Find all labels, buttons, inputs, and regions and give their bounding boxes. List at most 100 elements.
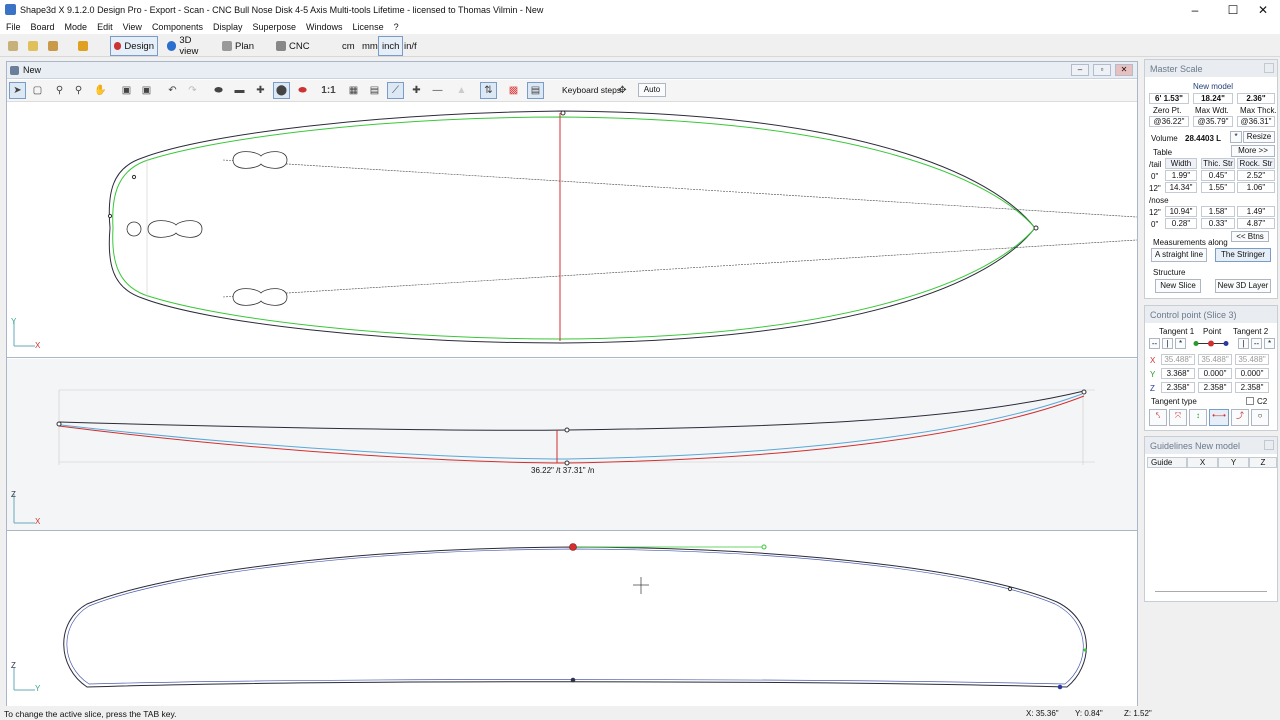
table-cell[interactable]: 1.58" bbox=[1201, 206, 1235, 217]
export-icon[interactable] bbox=[74, 36, 95, 56]
tangent-type-smooth-icon[interactable]: ⤣ bbox=[1149, 409, 1167, 426]
table-cell[interactable]: 1.99" bbox=[1165, 170, 1197, 181]
board-3d-icon[interactable]: ⬬ bbox=[294, 82, 311, 99]
guidelines-scrollbar[interactable] bbox=[1155, 591, 1267, 592]
tangent2-free-button[interactable]: * bbox=[1264, 338, 1275, 349]
width-field[interactable]: 18.24" bbox=[1193, 93, 1233, 104]
doc-close-button[interactable]: ✕ bbox=[1115, 64, 1133, 76]
menu-windows[interactable]: Windows bbox=[306, 22, 343, 32]
more-button[interactable]: More >> bbox=[1231, 145, 1275, 157]
point-z-field[interactable]: 2.358" bbox=[1198, 382, 1232, 393]
rocker-view[interactable]: 36.22" /t 37.31" /n Z X bbox=[7, 359, 1137, 531]
tangent2-x-field[interactable]: 35.488" bbox=[1235, 354, 1269, 365]
guides-icon[interactable]: ▤ bbox=[366, 82, 383, 99]
tangent2-z-field[interactable]: 2.358" bbox=[1235, 382, 1269, 393]
menu-superpose[interactable]: Superpose bbox=[252, 22, 296, 32]
axis-icon[interactable]: ✚ bbox=[408, 82, 425, 99]
select-arrow-icon[interactable]: ➤ bbox=[9, 82, 26, 99]
tangent-icon[interactable]: ⟋ bbox=[387, 82, 404, 99]
resize-button[interactable]: Resize bbox=[1243, 131, 1275, 143]
tangent1-y-field[interactable]: 3.368" bbox=[1161, 368, 1195, 379]
minimize-button[interactable]: – bbox=[1178, 0, 1212, 20]
tangent2-y-field[interactable]: 0.000" bbox=[1235, 368, 1269, 379]
grid-icon[interactable]: ▦ bbox=[345, 82, 362, 99]
plan-button[interactable]: Plan bbox=[218, 36, 258, 56]
fit-view-icon[interactable]: ▣ bbox=[118, 82, 135, 99]
tangent2-vertical-button[interactable]: | bbox=[1238, 338, 1249, 349]
board-top-view-icon[interactable]: ⬬ bbox=[210, 82, 227, 99]
volume-star-button[interactable]: * bbox=[1230, 131, 1242, 143]
stringer-button[interactable]: The Stringer bbox=[1215, 248, 1271, 262]
table-cell[interactable]: 1.55" bbox=[1201, 182, 1235, 193]
zoom-icon[interactable]: ⚲ bbox=[51, 82, 68, 99]
tangent-type-vertical-icon[interactable]: ↕ bbox=[1189, 409, 1207, 426]
colors-icon[interactable]: ▩ bbox=[505, 82, 522, 99]
table-cell[interactable]: 0.28" bbox=[1165, 218, 1197, 229]
curve-tool-icon[interactable]: — bbox=[429, 82, 446, 99]
table-cell[interactable]: 0.33" bbox=[1201, 218, 1235, 229]
tangent-type-symmetric-icon[interactable]: •—• bbox=[1209, 409, 1229, 426]
symmetry-icon[interactable]: ⇅ bbox=[480, 82, 497, 99]
menu-display[interactable]: Display bbox=[213, 22, 243, 32]
pan-hand-icon[interactable]: ✋ bbox=[92, 82, 109, 99]
select-point-icon[interactable]: ▢ bbox=[29, 82, 46, 99]
redo-icon[interactable]: ↷ bbox=[184, 82, 201, 99]
table-cell[interactable]: 1.06" bbox=[1237, 182, 1275, 193]
menu-help[interactable]: ? bbox=[394, 22, 399, 32]
board-slice-view-icon[interactable]: ✚ bbox=[252, 82, 269, 99]
tangent1-vertical-button[interactable]: | bbox=[1162, 338, 1173, 349]
board-front-view-icon[interactable]: ⬤ bbox=[273, 82, 290, 99]
menu-board[interactable]: Board bbox=[31, 22, 55, 32]
unit-inf-button[interactable]: in/f bbox=[400, 36, 421, 56]
guidelines-close-button[interactable] bbox=[1264, 440, 1274, 450]
design-mode-button[interactable]: Design bbox=[110, 36, 158, 56]
doc-minimize-button[interactable]: – bbox=[1071, 64, 1089, 76]
keyboard-steps-icon[interactable]: ✥ bbox=[614, 82, 631, 99]
point-y-field[interactable]: 0.000" bbox=[1198, 368, 1232, 379]
cnc-button[interactable]: CNC bbox=[272, 36, 314, 56]
tangent-type-curl-icon[interactable]: ⤴ bbox=[1231, 409, 1249, 426]
menu-components[interactable]: Components bbox=[152, 22, 203, 32]
fit-all-icon[interactable]: ▣ bbox=[138, 82, 155, 99]
menu-file[interactable]: File bbox=[6, 22, 21, 32]
table-cell[interactable]: 14.34" bbox=[1165, 182, 1197, 193]
tangent-type-corner-icon[interactable]: ⤧ bbox=[1169, 409, 1187, 426]
table-cell[interactable]: 10.94" bbox=[1165, 206, 1197, 217]
straight-line-button[interactable]: A straight line bbox=[1151, 248, 1207, 262]
tangent1-z-field[interactable]: 2.358" bbox=[1161, 382, 1195, 393]
tangent-type-circle-icon[interactable]: ○ bbox=[1251, 409, 1269, 426]
auto-button[interactable]: Auto bbox=[638, 83, 666, 97]
tangent1-horizontal-button[interactable]: -- bbox=[1149, 338, 1160, 349]
outline-view[interactable]: Y X bbox=[7, 103, 1138, 358]
close-button[interactable]: ✕ bbox=[1246, 0, 1280, 20]
table-cell[interactable]: 4.87" bbox=[1237, 218, 1275, 229]
open-file-icon[interactable] bbox=[24, 36, 45, 56]
save-file-icon[interactable] bbox=[44, 36, 65, 56]
new-3d-layer-button[interactable]: New 3D Layer bbox=[1215, 279, 1271, 293]
fin-icon[interactable]: ▲ bbox=[453, 82, 470, 99]
new-slice-button[interactable]: New Slice bbox=[1155, 279, 1201, 293]
menu-mode[interactable]: Mode bbox=[65, 22, 88, 32]
maximize-button[interactable]: ☐ bbox=[1216, 0, 1250, 20]
table-cell[interactable]: 1.49" bbox=[1237, 206, 1275, 217]
slice-view[interactable]: Z Y bbox=[7, 532, 1137, 706]
board-side-view-icon[interactable]: ▬ bbox=[231, 82, 248, 99]
table-cell[interactable]: 0.45" bbox=[1201, 170, 1235, 181]
tangent1-free-button[interactable]: * bbox=[1175, 338, 1186, 349]
master-scale-close-button[interactable] bbox=[1264, 63, 1274, 73]
tangent2-horizontal-button[interactable]: -- bbox=[1251, 338, 1262, 349]
unit-cm-button[interactable]: cm bbox=[338, 36, 359, 56]
3d-view-button[interactable]: 3D view bbox=[163, 35, 215, 57]
buttons-toggle[interactable]: << Btns bbox=[1231, 231, 1269, 242]
undo-icon[interactable]: ↶ bbox=[164, 82, 181, 99]
hand-icon[interactable] bbox=[4, 36, 25, 56]
point-x-field[interactable]: 35.488" bbox=[1198, 354, 1232, 365]
menu-license[interactable]: License bbox=[353, 22, 384, 32]
properties-icon[interactable]: ▤ bbox=[527, 82, 544, 99]
zoom-window-icon[interactable]: ⚲ bbox=[70, 82, 87, 99]
length-field[interactable]: 6' 1.53" bbox=[1149, 93, 1189, 104]
menu-view[interactable]: View bbox=[123, 22, 142, 32]
thickness-field[interactable]: 2.36" bbox=[1237, 93, 1275, 104]
doc-restore-button[interactable]: ▫ bbox=[1093, 64, 1111, 76]
c2-checkbox[interactable] bbox=[1246, 397, 1254, 405]
